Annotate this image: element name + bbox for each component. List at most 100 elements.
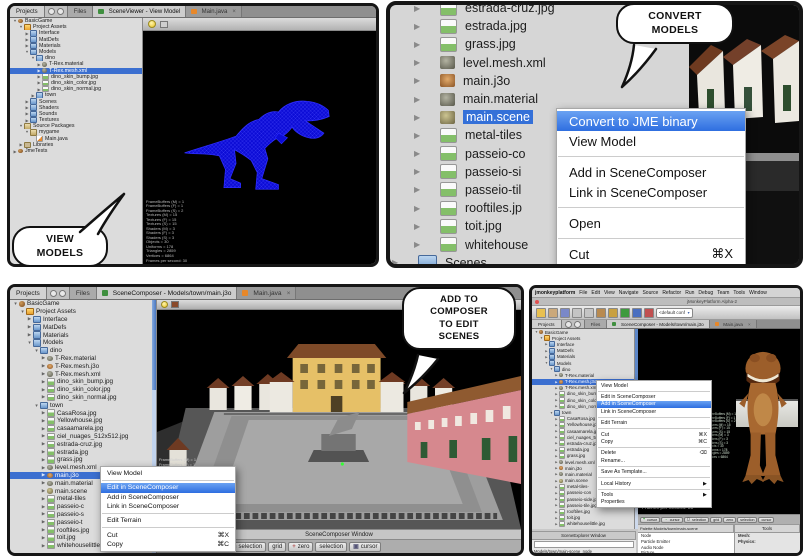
editor-tab-main-java[interactable]: Main.java×	[186, 6, 242, 17]
menu-tools[interactable]: Tools	[733, 290, 745, 296]
menu-navigate[interactable]: Navigate	[619, 290, 639, 296]
expand-arrow-icon[interactable]: ▶	[40, 504, 47, 510]
camera-icon[interactable]	[160, 21, 168, 28]
expand-arrow-icon[interactable]: ▶	[414, 113, 430, 122]
menu-debug[interactable]: Debug	[698, 290, 713, 296]
menu-item-cut[interactable]: Cut⌘X	[597, 431, 711, 438]
expand-arrow-icon[interactable]: ▼	[19, 309, 26, 314]
expand-arrow-icon[interactable]: ▶	[40, 519, 47, 525]
clean-icon[interactable]	[608, 308, 618, 318]
tree-item-casarosa-jpg[interactable]: ▶CasaRosa.jpg	[10, 409, 156, 417]
tree-item-dino[interactable]: ▼dino	[10, 347, 156, 355]
expand-arrow-icon[interactable]: ▶	[414, 4, 430, 13]
toolbar-button-selection[interactable]: selection	[737, 517, 757, 523]
menu-item-properties[interactable]: Properties	[597, 499, 711, 506]
window-buttons[interactable]	[47, 287, 70, 299]
tree-item-t-rex-material[interactable]: ▶T-Rex.material	[10, 355, 156, 363]
tab-files[interactable]: Files	[68, 6, 94, 17]
tree-item-t-rex-mesh-xml[interactable]: ▶T-Rex.mesh.xml	[10, 370, 156, 378]
menu-item-add-in-scenecomposer[interactable]: Add in SceneComposer	[597, 401, 711, 408]
expand-arrow-icon[interactable]: ▶	[414, 95, 430, 104]
tree-item-jmetests[interactable]: ▶JmeTests	[10, 148, 142, 154]
lightbulb-icon[interactable]	[148, 20, 156, 28]
app-name[interactable]: jmonkeyplatform	[535, 290, 575, 296]
expand-arrow-icon[interactable]: ▶	[414, 58, 430, 67]
expand-arrow-icon[interactable]: ▶	[40, 543, 47, 549]
expand-arrow-icon[interactable]: ▶	[40, 418, 47, 424]
tab-projects[interactable]: Projects	[10, 6, 45, 17]
menu-item-add-in-scenecomposer[interactable]: Add in SceneComposer	[557, 162, 745, 182]
editor-tab-scenecomposer-models-town-main-j3o[interactable]: SceneComposer - Models/town/main.j3o	[607, 320, 709, 328]
tree-item-dino-skin-bump-jpg[interactable]: ▶dino_skin_bump.jpg	[10, 378, 156, 386]
toolbar-button-cursor[interactable]: cursor	[758, 517, 774, 523]
menu-item-delete[interactable]: Delete⌫	[597, 450, 711, 457]
expand-arrow-icon[interactable]: ▶	[40, 355, 47, 361]
toolbar-button-zero[interactable]: zero	[723, 517, 736, 523]
tree-item-dino-skin-color-jpg[interactable]: ▶dino_skin_color.jpg	[10, 386, 156, 394]
menu-item-cut[interactable]: Cut⌘X	[101, 530, 235, 539]
menu-item-rename[interactable]: Rename...	[597, 457, 711, 464]
expand-arrow-icon[interactable]: ▶	[26, 332, 33, 338]
toolbar-button-grid[interactable]: grid	[710, 517, 722, 523]
scene-node-level-node[interactable]: level-node	[534, 554, 636, 556]
expand-arrow-icon[interactable]: ▶	[40, 426, 47, 432]
close-tab-icon[interactable]: ×	[232, 9, 236, 15]
tree-item-basicgame[interactable]: ▼BasicGame	[10, 300, 156, 308]
expand-arrow-icon[interactable]: ▼	[33, 348, 40, 353]
tree-item-estrada-jpg[interactable]: ▶estrada.jpg	[10, 448, 156, 456]
expand-arrow-icon[interactable]: ▶	[414, 222, 430, 231]
expand-arrow-icon[interactable]: ▶	[414, 204, 430, 213]
expand-arrow-icon[interactable]: ▶	[40, 441, 47, 447]
redo-icon[interactable]	[584, 308, 594, 318]
expand-arrow-icon[interactable]: ▶	[40, 480, 47, 486]
expand-arrow-icon[interactable]: ▶	[40, 535, 47, 541]
menu-edit[interactable]: Edit	[591, 290, 600, 296]
menu-item-link-in-scenecomposer[interactable]: Link in SceneComposer	[597, 408, 711, 415]
expand-arrow-icon[interactable]: ▼	[33, 403, 40, 408]
tools-header[interactable]: Tools	[735, 524, 800, 533]
expand-arrow-icon[interactable]: ▶	[414, 149, 430, 158]
menu-item-open[interactable]: Open	[557, 213, 745, 233]
toolbar-button-zero[interactable]: +zero	[288, 542, 313, 552]
tab-projects[interactable]: Projects	[532, 320, 562, 328]
expand-arrow-icon[interactable]: ▶	[40, 465, 47, 471]
open-project-icon[interactable]	[548, 308, 558, 318]
toolbar-button-selection[interactable]: ▢selection	[684, 517, 710, 523]
menu-file[interactable]: File	[579, 290, 587, 296]
tree-item-ciel-nuages-512x512-jpg[interactable]: ▶ciel_nuages_512x512.jpg	[10, 433, 156, 441]
expand-arrow-icon[interactable]: ▶	[40, 363, 47, 369]
menu-item-link-in-scenecomposer[interactable]: Link in SceneComposer	[101, 502, 235, 511]
menu-item-copy[interactable]: Copy⌘C	[597, 438, 711, 445]
scene-explorer-combo[interactable]	[534, 541, 634, 548]
menu-item-edit-terrain[interactable]: Edit Terrain	[597, 420, 711, 427]
expand-arrow-icon[interactable]: ▶	[414, 240, 430, 249]
expand-arrow-icon[interactable]: ▶	[414, 22, 430, 31]
expand-arrow-icon[interactable]: ▶	[40, 387, 47, 393]
toolbar-button-grid[interactable]: grid	[268, 542, 286, 552]
expand-arrow-icon[interactable]: ▶	[40, 394, 47, 400]
tree-item-casaamarela-jpg[interactable]: ▶casaamarela.jpg	[10, 425, 156, 433]
expand-arrow-icon[interactable]: ▶	[40, 457, 47, 463]
debug-icon[interactable]	[632, 308, 642, 318]
menu-item-copy[interactable]: Copy⌘C	[557, 264, 745, 268]
menu-source[interactable]: Source	[642, 290, 658, 296]
tree-item-town[interactable]: ▼town	[10, 401, 156, 409]
save-all-icon[interactable]	[560, 308, 570, 318]
expand-arrow-icon[interactable]: ▶	[40, 472, 47, 478]
expand-arrow-icon[interactable]: ▶	[40, 488, 47, 494]
menu-item-view-model[interactable]: View Model	[597, 382, 711, 389]
editor-tab-main-java[interactable]: Main.java×	[237, 287, 296, 299]
file-item-main-material[interactable]: ▶main.material	[390, 90, 690, 108]
expand-arrow-icon[interactable]: ▶	[414, 131, 430, 140]
toolbar-button-cursor[interactable]: →cursor	[661, 517, 683, 523]
new-file-icon[interactable]	[536, 308, 546, 318]
editor-tab-sceneviewer-view-model[interactable]: SceneViewer - View Model	[93, 6, 186, 17]
tree-item-interface[interactable]: ▶Interface	[10, 316, 156, 324]
expand-arrow-icon[interactable]: ▶	[414, 76, 430, 85]
menu-item-local-history[interactable]: Local History▶	[597, 480, 711, 487]
menu-item-link-in-scenecomposer[interactable]: Link in SceneComposer	[557, 182, 745, 202]
menu-item-add-in-scenecomposer[interactable]: Add in SceneComposer	[101, 493, 235, 502]
sceneviewer-viewport[interactable]: FrameBuffers (M) = 1FrameBuffers (F) = 1…	[143, 31, 376, 265]
undo-icon[interactable]	[572, 308, 582, 318]
editor-tab-scenecomposer-models-town-main-j3o[interactable]: SceneComposer - Models/town/main.j3o	[97, 287, 238, 299]
